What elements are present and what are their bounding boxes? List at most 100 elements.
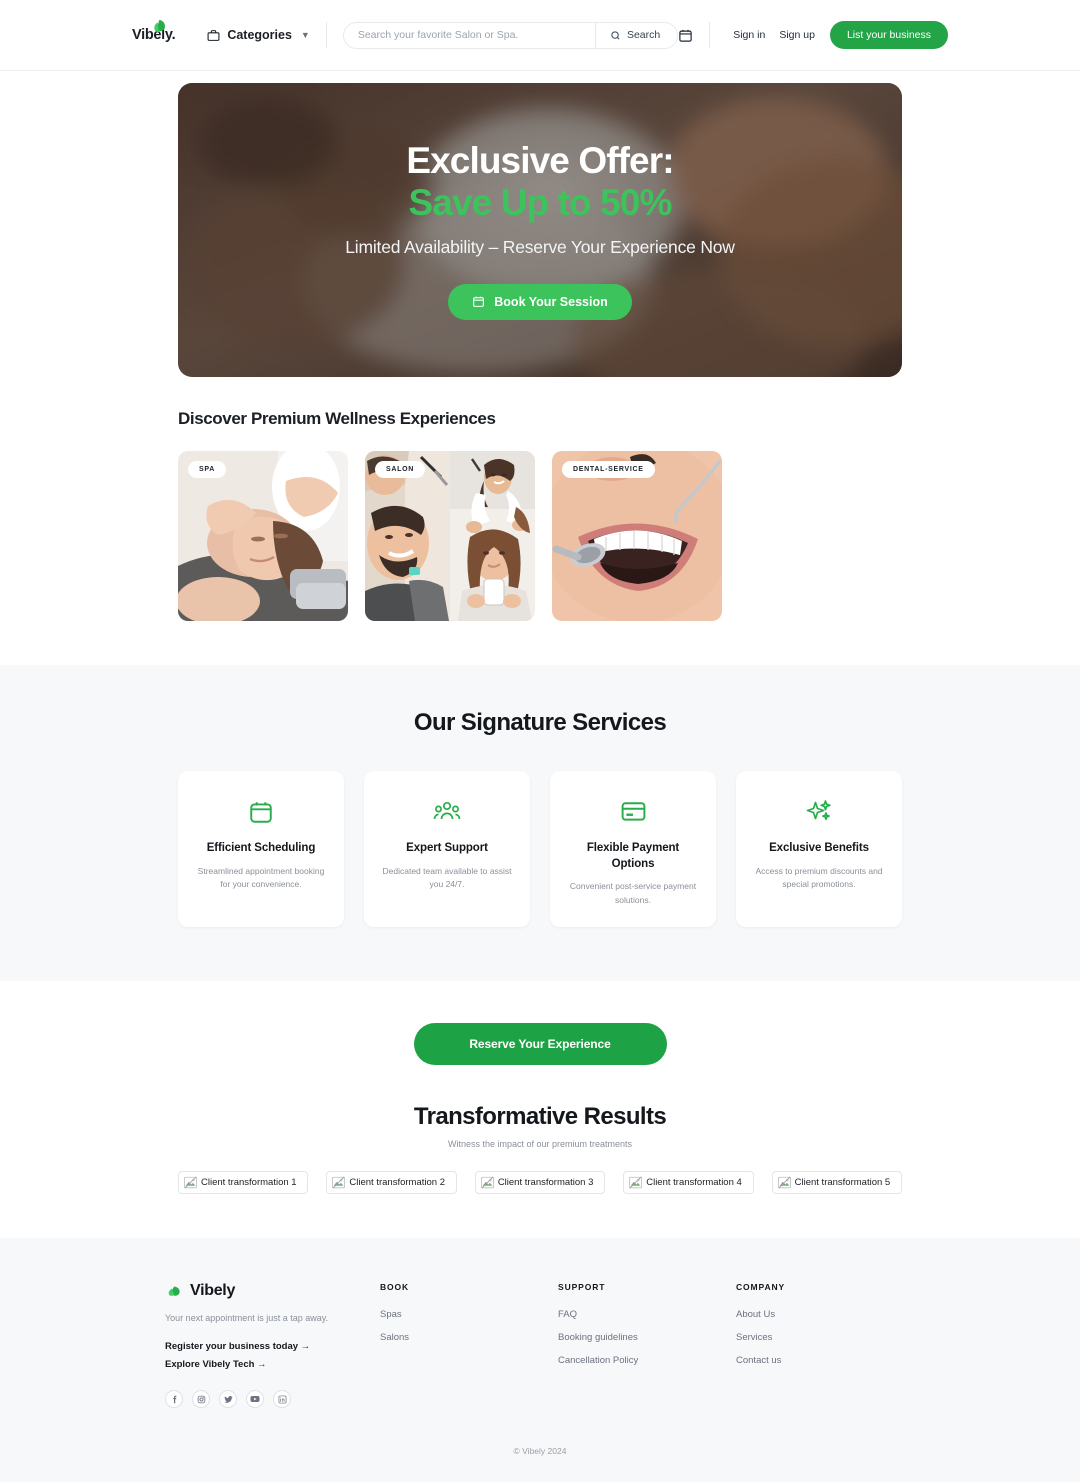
discover-section: Discover Premium Wellness Experiences SP…: [178, 409, 902, 621]
service-title: Exclusive Benefits: [769, 842, 869, 854]
youtube-link[interactable]: [246, 1390, 264, 1409]
category-grid: SPA SALON DENTAL-SERVICE: [178, 451, 902, 621]
service-title: Flexible Payment Options: [586, 842, 680, 870]
services-heading: Our Signature Services: [413, 709, 667, 736]
service-card-exclusive-benefits[interactable]: Exclusive Benefits Access to premium dis…: [736, 771, 902, 928]
users-group-icon: [380, 797, 514, 827]
result-item[interactable]: Client transformation 5: [771, 1171, 903, 1195]
broken-image-icon: [629, 1176, 643, 1189]
service-card-expert-support[interactable]: Expert Support Dedicated team available …: [364, 771, 530, 928]
service-description: Convenient post-service payment solution…: [569, 881, 697, 905]
footer-link-about-us[interactable]: About Us: [736, 1309, 914, 1320]
header-divider-2: [709, 22, 711, 48]
footer-link-services[interactable]: Services: [736, 1332, 914, 1343]
footer-logo[interactable]: Vibely: [165, 1282, 380, 1300]
footer-column-heading: SUPPORT: [558, 1282, 606, 1293]
leaf-icon: [154, 19, 165, 32]
service-description: Dedicated team available to assist you 2…: [382, 865, 512, 890]
footer-brand-column: Vibely Your next appointment is just a t…: [165, 1282, 380, 1409]
site-logo[interactable]: Vibely.: [132, 19, 176, 43]
hero-title-line1: Exclusive Offer:: [406, 140, 674, 182]
footer-brand-name: Vibely: [190, 1282, 236, 1300]
result-alt-text: Client transformation 5: [794, 1177, 891, 1189]
broken-image-icon: [777, 1176, 791, 1189]
service-card-efficient-scheduling[interactable]: Efficient Scheduling Streamlined appoint…: [178, 771, 344, 928]
footer-column-support: SUPPORT FAQ Booking guidelines Cancellat…: [558, 1282, 736, 1408]
categories-label: Categories: [227, 28, 292, 42]
hero-content: Exclusive Offer: Save Up to 50% Limited …: [178, 140, 902, 320]
footer-link-spas[interactable]: Spas: [380, 1309, 558, 1320]
site-footer: Vibely Your next appointment is just a t…: [0, 1238, 1080, 1482]
search-input[interactable]: [343, 22, 595, 48]
footer-social-links: [165, 1390, 380, 1409]
sign-up-link[interactable]: Sign up: [772, 29, 822, 41]
result-item[interactable]: Client transformation 2: [326, 1171, 457, 1195]
category-card-spa[interactable]: SPA: [178, 451, 348, 621]
sign-in-link[interactable]: Sign in: [726, 29, 772, 41]
service-title: Expert Support: [406, 842, 488, 854]
briefcase-icon: [207, 29, 220, 41]
footer-link-booking-guidelines[interactable]: Booking guidelines: [558, 1332, 736, 1343]
list-your-business-button[interactable]: List your business: [829, 21, 948, 49]
footer-link-faq[interactable]: FAQ: [558, 1309, 736, 1320]
service-card-flexible-payment-options[interactable]: Flexible Payment Options Convenient post…: [550, 771, 716, 928]
search-button[interactable]: Search: [594, 22, 678, 48]
cta-section: Reserve Your Experience: [0, 981, 1080, 1066]
facebook-icon: [172, 1395, 176, 1403]
footer-link-salons[interactable]: Salons: [380, 1332, 558, 1343]
footer-link-cancellation-policy[interactable]: Cancellation Policy: [558, 1355, 736, 1366]
result-alt-text: Client transformation 3: [497, 1177, 594, 1189]
category-card-salon[interactable]: SALON: [365, 451, 535, 621]
result-alt-text: Client transformation 4: [646, 1177, 742, 1189]
service-description: Access to premium discounts and special …: [755, 865, 883, 890]
results-subheading: Witness the impact of our premium treatm…: [447, 1139, 633, 1150]
calendar-icon: [679, 29, 692, 42]
calendar-button[interactable]: [678, 28, 693, 43]
twitter-icon: [223, 1395, 233, 1403]
footer-tagline: Your next appointment is just a tap away…: [165, 1313, 329, 1324]
result-item[interactable]: Client transformation 1: [178, 1171, 309, 1195]
youtube-icon: [250, 1396, 260, 1403]
signature-services-section: Our Signature Services Efficient Schedul…: [0, 665, 1080, 982]
results-header: Transformative Results Witness the impac…: [0, 1103, 1080, 1149]
reserve-your-experience-button[interactable]: Reserve Your Experience: [413, 1023, 667, 1066]
result-alt-text: Client transformation 1: [201, 1177, 297, 1189]
footer-column-book: BOOK Spas Salons: [380, 1282, 558, 1408]
footer-link-contact-us[interactable]: Contact us: [736, 1355, 914, 1366]
footer-column-company: COMPANY About Us Services Contact us: [736, 1282, 914, 1408]
broken-image-icon: [184, 1176, 197, 1189]
result-alt-text: Client transformation 2: [349, 1177, 445, 1189]
facebook-link[interactable]: [165, 1390, 183, 1409]
broken-image-icon: [480, 1176, 494, 1189]
site-header: Vibely. Categories ▼ Search Sign in: [0, 0, 1080, 71]
discover-heading: Discover Premium Wellness Experiences: [178, 409, 496, 428]
hero-title-line2: Save Up to 50%: [408, 181, 673, 223]
result-item[interactable]: Client transformation 3: [474, 1171, 606, 1195]
result-item[interactable]: Client transformation 4: [623, 1171, 754, 1195]
footer-explore-link[interactable]: Explore Vibely Tech →: [165, 1359, 380, 1370]
instagram-icon: [197, 1395, 205, 1404]
instagram-link[interactable]: [192, 1390, 210, 1409]
footer-column-heading: COMPANY: [736, 1282, 786, 1293]
linkedin-link[interactable]: [273, 1390, 291, 1409]
hero-subtitle: Limited Availability – Reserve Your Expe…: [345, 236, 735, 257]
book-your-session-button[interactable]: Book Your Session: [448, 283, 632, 320]
category-badge: DENTAL-SERVICE: [562, 461, 655, 478]
categories-dropdown[interactable]: Categories ▼: [207, 28, 310, 42]
footer-copyright: © Vibely 2024: [513, 1446, 567, 1457]
service-description: Streamlined appointment booking for your…: [197, 865, 325, 890]
credit-card-icon: [566, 797, 700, 827]
twitter-link[interactable]: [219, 1390, 237, 1409]
footer-column-heading: BOOK: [380, 1282, 410, 1293]
hero-banner: Exclusive Offer: Save Up to 50% Limited …: [178, 83, 902, 377]
search-bar: Search: [342, 21, 679, 49]
chevron-down-icon: ▼: [300, 30, 310, 40]
leaf-icon: [168, 1286, 180, 1296]
category-card-dental-service[interactable]: DENTAL-SERVICE: [552, 451, 722, 621]
header-divider: [325, 22, 327, 48]
footer-columns: Vibely Your next appointment is just a t…: [165, 1282, 915, 1409]
hero-button-label: Book Your Session: [494, 294, 608, 309]
category-badge: SALON: [375, 461, 425, 478]
sparkles-icon: [752, 797, 886, 827]
results-heading: Transformative Results: [413, 1103, 667, 1131]
